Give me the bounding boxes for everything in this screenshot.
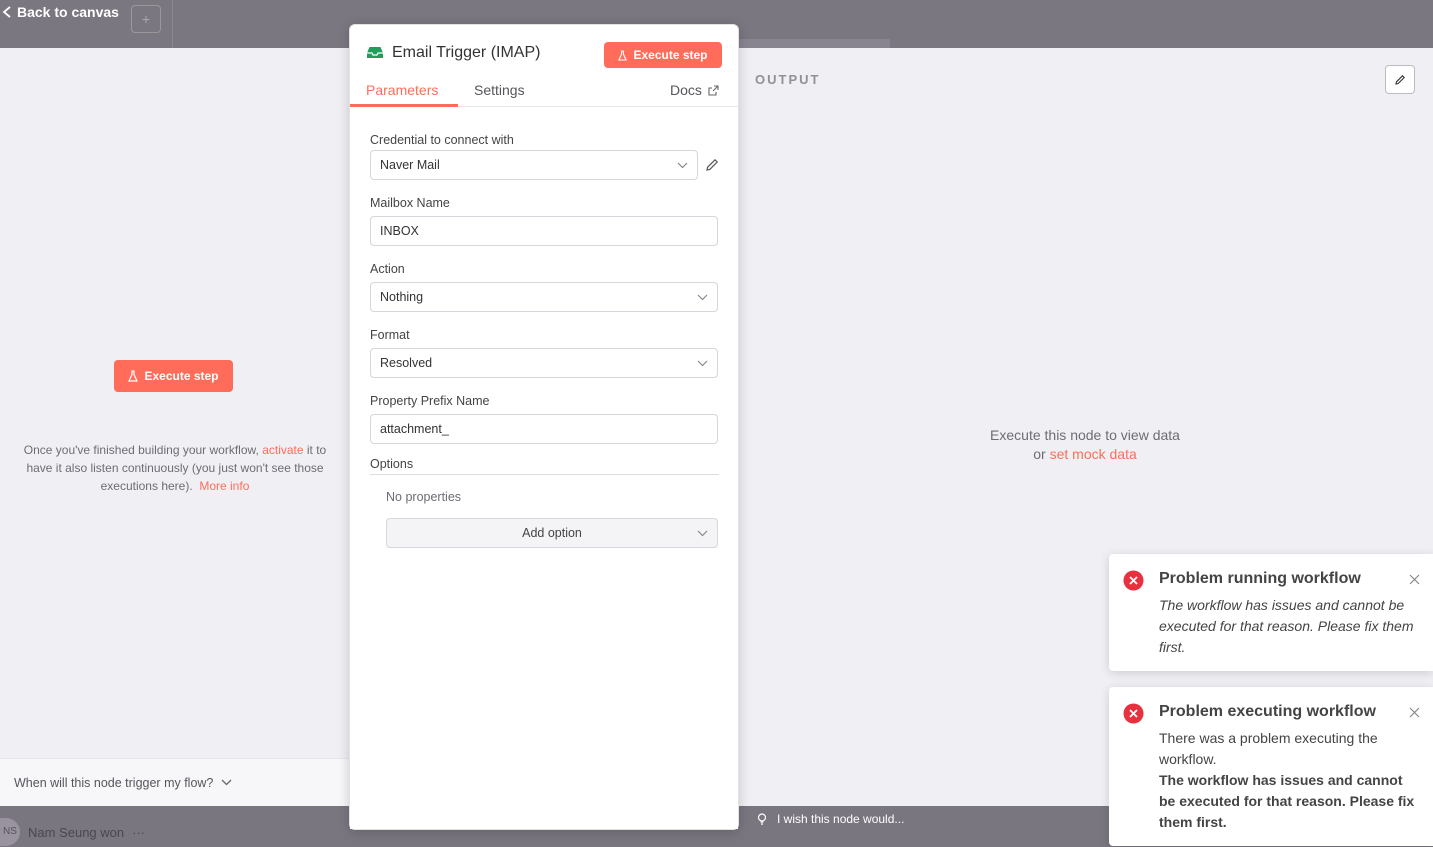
execute-step-label: Execute step [144, 369, 219, 383]
close-icon[interactable] [1409, 574, 1420, 585]
action-value: Nothing [380, 290, 424, 304]
pencil-icon [1395, 74, 1405, 85]
output-empty-message: Execute this node to view data or set mo… [938, 426, 1232, 464]
output-or: or [1033, 446, 1050, 462]
error-toast: Problem executing workflow There was a p… [1109, 687, 1433, 846]
toast-title: Problem running workflow [1159, 570, 1361, 587]
error-icon [1123, 570, 1144, 591]
format-label: Format [370, 328, 410, 342]
lightbulb-icon [757, 812, 767, 825]
output-empty-line: Execute this node to view data [990, 427, 1180, 443]
input-panel: Execute step Once you've finished buildi… [0, 48, 350, 806]
feedback-label: I wish this node would... [777, 812, 905, 826]
flask-icon [128, 370, 139, 382]
format-value: Resolved [380, 356, 433, 370]
external-link-icon [708, 84, 719, 96]
toast-title: Problem executing workflow [1159, 703, 1376, 720]
feedback-link[interactable]: I wish this node would... [757, 812, 904, 826]
tab-settings[interactable]: Settings [474, 82, 525, 98]
chevron-down-icon [697, 360, 708, 366]
chevron-down-icon [677, 162, 688, 168]
chevron-down-icon [221, 779, 232, 786]
back-to-canvas-label: Back to canvas [17, 4, 119, 20]
canvas-tab-strip [738, 39, 890, 48]
node-execute-step-label: Execute step [633, 48, 708, 62]
add-option-button[interactable]: Add option [386, 518, 718, 548]
trigger-question-toggle[interactable]: When will this node trigger my flow? [0, 758, 350, 806]
edit-output-button[interactable] [1385, 65, 1415, 94]
options-label: Options [370, 457, 414, 471]
format-select[interactable]: Resolved [370, 348, 718, 378]
error-toast: Problem running workflow The workflow ha… [1109, 554, 1433, 671]
add-option-label: Add option [522, 526, 582, 540]
no-properties-text: No properties [386, 490, 462, 504]
mailbox-label: Mailbox Name [370, 196, 450, 210]
prefix-input[interactable]: attachment_ [370, 414, 718, 444]
chevron-down-icon [697, 530, 708, 537]
credential-label: Credential to connect with [370, 133, 514, 147]
credential-select[interactable]: Naver Mail [370, 150, 698, 180]
options-divider [370, 474, 719, 475]
node-title: Email Trigger (IMAP) [392, 44, 541, 61]
mailbox-input[interactable]: INBOX [370, 216, 718, 246]
action-label: Action [370, 262, 405, 276]
close-icon[interactable] [1409, 707, 1420, 718]
user-name: Nam Seung won [28, 824, 125, 840]
chevron-down-icon [697, 294, 708, 300]
error-icon [1123, 703, 1144, 724]
flask-icon [618, 49, 628, 61]
tab-docs[interactable]: Docs [670, 82, 719, 98]
docs-label: Docs [670, 82, 702, 98]
activate-link[interactable]: activate [262, 443, 303, 457]
toast-body-bold: The workflow has issues and cannot be ex… [1159, 772, 1415, 830]
output-title: OUTPUT [755, 72, 821, 87]
trigger-question-label: When will this node trigger my flow? [14, 775, 214, 790]
execute-step-button[interactable]: Execute step [114, 360, 233, 392]
tab-parameters[interactable]: Parameters [366, 82, 438, 98]
mailbox-value: INBOX [380, 224, 419, 238]
node-details-panel: Email Trigger (IMAP) Execute step Parame… [349, 24, 739, 830]
action-select[interactable]: Nothing [370, 282, 718, 312]
add-node-button[interactable]: + [131, 5, 161, 33]
inbox-icon [367, 47, 383, 58]
user-more-icon[interactable]: ··· [132, 825, 145, 840]
avatar: NS [0, 818, 20, 846]
toast-body: The workflow has issues and cannot be ex… [1159, 597, 1414, 655]
user-menu[interactable]: NS Nam Seung won ··· [0, 818, 145, 846]
sidebar-divider [172, 0, 173, 48]
more-info-link[interactable]: More info [199, 479, 249, 493]
parameters-form: Credential to connect with Naver Mail Ma… [350, 107, 738, 829]
edit-credential-icon[interactable] [704, 157, 720, 173]
hint-text: Once you've finished building your workf… [23, 443, 263, 457]
prefix-value: attachment_ [380, 422, 449, 436]
node-execute-step-button[interactable]: Execute step [604, 42, 722, 68]
activation-hint: Once you've finished building your workf… [14, 441, 336, 495]
prefix-label: Property Prefix Name [370, 394, 490, 408]
credential-value: Naver Mail [380, 158, 440, 172]
toast-body: There was a problem executing the workfl… [1159, 728, 1415, 833]
back-to-canvas-button[interactable]: Back to canvas [2, 4, 119, 20]
toast-body-text: There was a problem executing the workfl… [1159, 730, 1378, 767]
set-mock-data-link[interactable]: set mock data [1050, 446, 1137, 462]
node-header: Email Trigger (IMAP) Execute step Parame… [350, 25, 738, 107]
back-arrow-icon [2, 6, 11, 18]
